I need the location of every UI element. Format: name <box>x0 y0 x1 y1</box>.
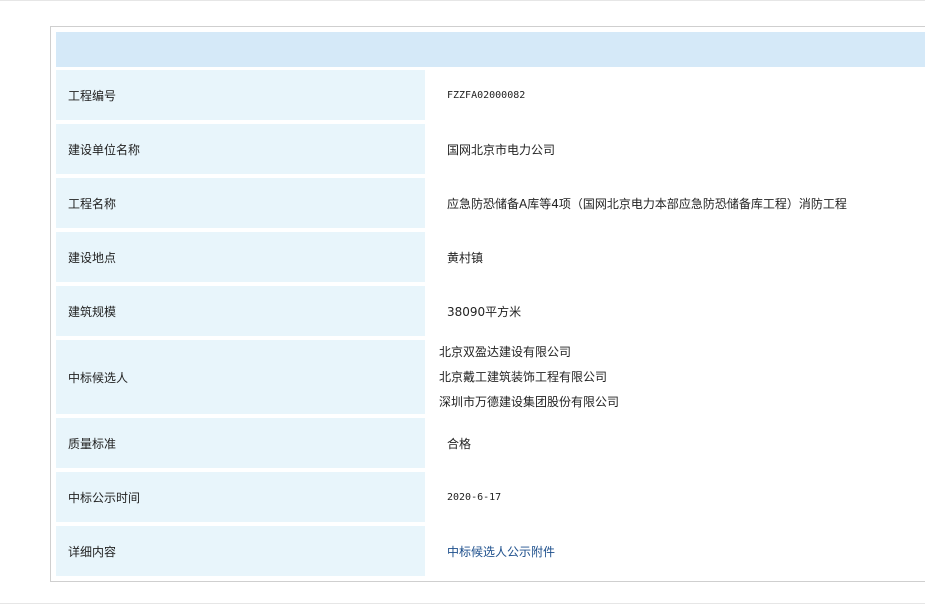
announcement-date-value: 2020-6-17 <box>426 472 925 522</box>
candidate-item: 北京双盈达建设有限公司 <box>439 344 572 359</box>
detail-table: 工程编号 FZZFA02000082 建设单位名称 国网北京市电力公司 工程名称… <box>56 70 925 580</box>
table-row-project-number: 工程编号 FZZFA02000082 <box>56 70 925 120</box>
project-number-value: FZZFA02000082 <box>426 70 925 120</box>
row-label: 建设地点 <box>56 232 425 282</box>
table-row-announcement-date: 中标公示时间 2020-6-17 <box>56 472 925 522</box>
table-row-location: 建设地点 黄村镇 <box>56 232 925 282</box>
row-label: 工程名称 <box>56 178 425 228</box>
panel-header-bar <box>56 32 925 67</box>
project-name-value: 应急防恐储备A库等4项（国网北京电力本部应急防恐储备库工程）消防工程 <box>426 178 925 228</box>
bottom-divider <box>0 603 925 604</box>
row-label: 质量标准 <box>56 418 425 468</box>
details-cell: 中标候选人公示附件 <box>426 526 925 576</box>
row-label: 详细内容 <box>56 526 425 576</box>
candidate-item: 深圳市万德建设集团股份有限公司 <box>439 394 620 409</box>
row-label: 建筑规模 <box>56 286 425 336</box>
owner-name-value: 国网北京市电力公司 <box>426 124 925 174</box>
attachment-link[interactable]: 中标候选人公示附件 <box>447 543 555 560</box>
row-label: 中标公示时间 <box>56 472 425 522</box>
bid-candidates-list: 北京双盈达建设有限公司 北京戴工建筑装饰工程有限公司 深圳市万德建设集团股份有限… <box>426 340 925 414</box>
row-label: 工程编号 <box>56 70 425 120</box>
table-row-building-scale: 建筑规模 38090平方米 <box>56 286 925 336</box>
location-value: 黄村镇 <box>426 232 925 282</box>
building-scale-value: 38090平方米 <box>426 286 925 336</box>
table-row-quality-standard: 质量标准 合格 <box>56 418 925 468</box>
quality-standard-value: 合格 <box>426 418 925 468</box>
candidate-item: 北京戴工建筑装饰工程有限公司 <box>439 369 608 384</box>
top-divider <box>0 0 925 1</box>
row-label: 中标候选人 <box>56 340 425 414</box>
table-row-owner-name: 建设单位名称 国网北京市电力公司 <box>56 124 925 174</box>
table-row-bid-candidates: 中标候选人 北京双盈达建设有限公司 北京戴工建筑装饰工程有限公司 深圳市万德建设… <box>56 340 925 414</box>
table-row-details: 详细内容 中标候选人公示附件 <box>56 526 925 576</box>
table-row-project-name: 工程名称 应急防恐储备A库等4项（国网北京电力本部应急防恐储备库工程）消防工程 <box>56 178 925 228</box>
row-label: 建设单位名称 <box>56 124 425 174</box>
